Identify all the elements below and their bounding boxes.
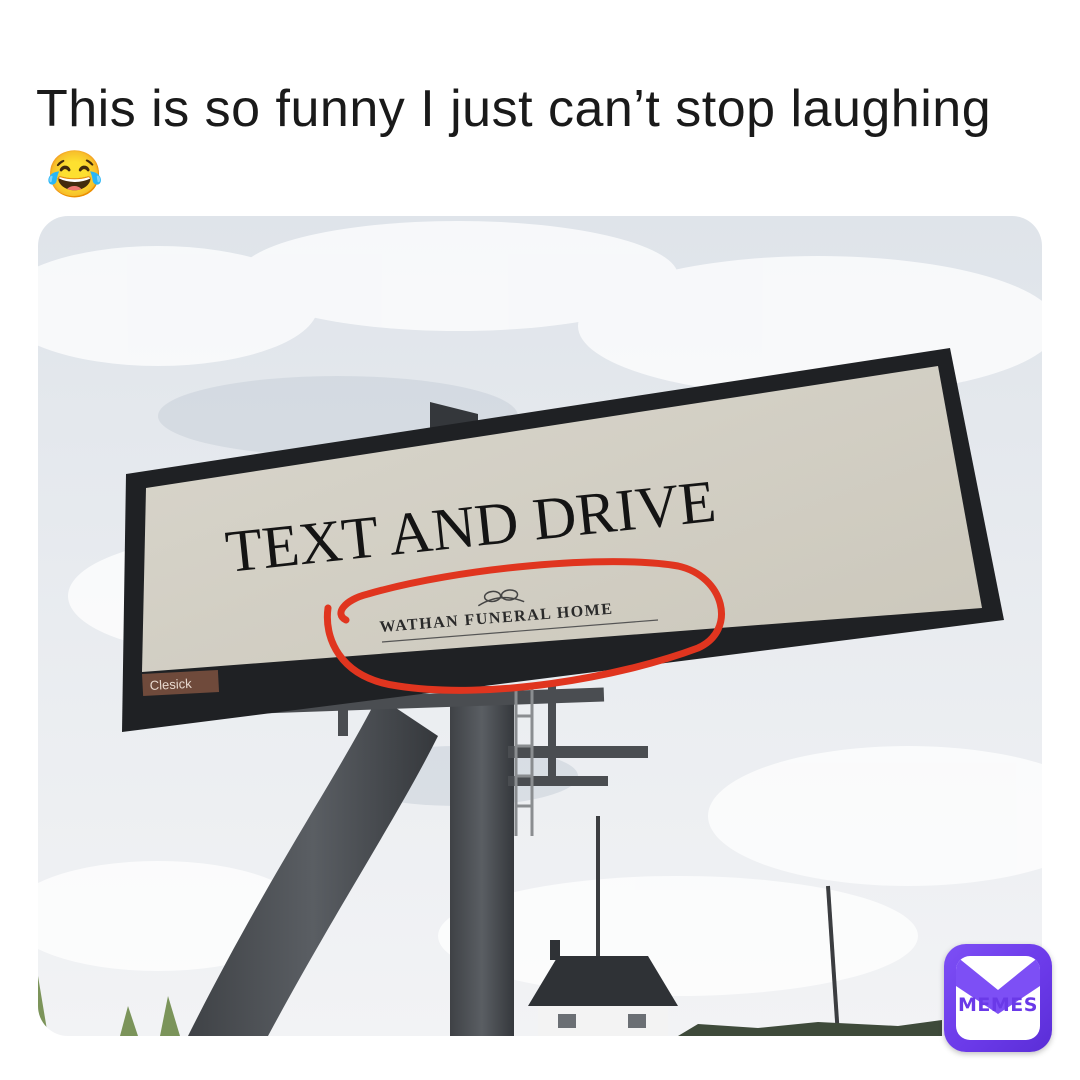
- billboard-pole: [450, 686, 514, 1036]
- operator-tag-text: Clesick: [149, 676, 192, 693]
- laughing-emoji-icon: 😂: [46, 148, 104, 201]
- billboard-photo: TEXT AND DRIVE WATHAN FUNERAL HOME Clesi…: [38, 216, 1042, 1036]
- memes-app-badge: MEMES: [944, 944, 1052, 1052]
- caption-text: This is so funny I just can’t stop laugh…: [36, 80, 992, 138]
- meme-caption: This is so funny I just can’t stop laugh…: [36, 78, 1036, 203]
- memes-badge-label: MEMES: [958, 994, 1038, 1016]
